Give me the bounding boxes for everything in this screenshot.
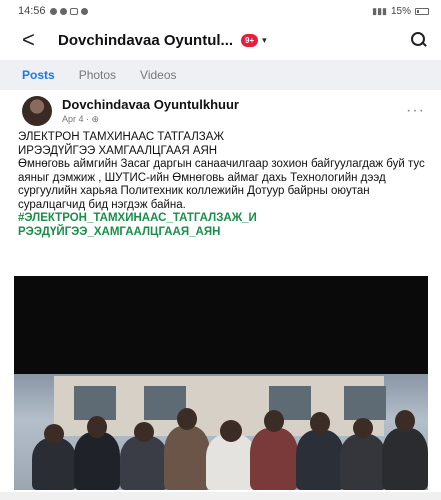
chevron-down-icon[interactable]: ▾ [262, 35, 267, 46]
photo-person [164, 426, 210, 490]
photo-person [32, 438, 76, 490]
post-headline: ЭЛЕКТРОН ТАМХИНААС ТАТГАЛЗАЖ ИРЭЭДҮЙГЭЭ … [18, 131, 225, 157]
status-bar: 14:56 ▮▮▮ 15% [0, 0, 441, 22]
battery-icon [415, 7, 429, 15]
tab-posts[interactable]: Posts [22, 68, 55, 82]
bottom-edge [0, 492, 441, 500]
post-body: Өмнөговь аймгийн Засаг даргын санаачилга… [18, 158, 425, 211]
photo-person [120, 436, 168, 490]
post-author[interactable]: Dovchindavaa Oyuntulkhuur [62, 97, 239, 112]
post-header: Dovchindavaa Oyuntulkhuur Apr 4 · ⊕ ··· [0, 94, 441, 128]
photo-person [296, 430, 344, 490]
photo-person [340, 434, 386, 490]
post-date[interactable]: Apr 4 · [62, 114, 92, 124]
signal-icon: ▮▮▮ [372, 5, 387, 16]
notification-badge[interactable]: 9+ [241, 33, 259, 47]
globe-icon: ⊕ [91, 114, 100, 124]
photo-person [250, 428, 298, 490]
page-title: Dovchindavaa Oyuntul... [58, 31, 234, 49]
post-text: ЭЛЕКТРОН ТАМХИНААС ТАТГАЛЗАЖ ИРЭЭДҮЙГЭЭ … [18, 131, 428, 239]
avatar[interactable] [22, 96, 52, 126]
search-icon[interactable] [411, 32, 427, 48]
top-nav: < Dovchindavaa Oyuntul... 9+ ▾ [0, 24, 441, 56]
tab-videos[interactable]: Videos [140, 68, 176, 82]
notification-icons [49, 7, 88, 15]
profile-tabs: Posts Photos Videos [0, 60, 441, 90]
tab-photos[interactable]: Photos [79, 68, 116, 82]
back-icon[interactable]: < [22, 27, 52, 53]
photo-person [382, 428, 428, 490]
battery-percent: 15% [390, 5, 411, 17]
photo-person [74, 432, 120, 490]
status-time: 14:56 [18, 5, 46, 17]
post-photo[interactable] [14, 276, 428, 490]
photo-person [206, 434, 256, 490]
more-icon[interactable]: ··· [406, 102, 425, 120]
post-hashtag[interactable]: #ЭЛЕКТРОН_ТАМХИНААС_ТАТГАЛЗАЖ_И РЭЭДҮЙГЭ… [18, 212, 428, 239]
